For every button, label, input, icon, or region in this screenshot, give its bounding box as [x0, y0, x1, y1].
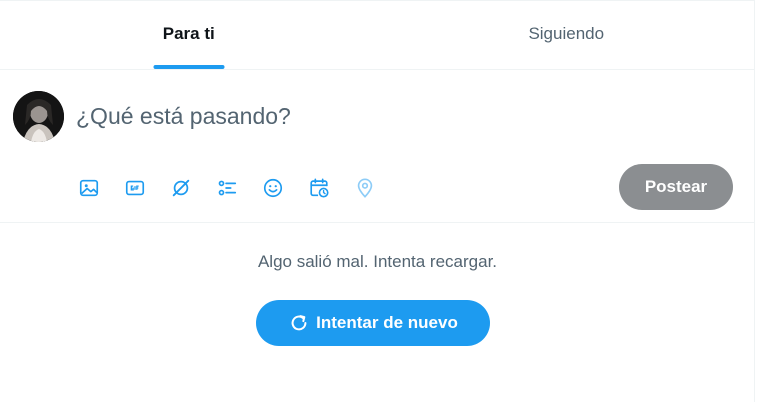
timeline-column: Para ti Siguiendo ¿Qué está pasando? Pos… [0, 0, 755, 402]
location-button[interactable] [352, 175, 378, 201]
user-avatar-icon [13, 91, 64, 142]
compose-input[interactable] [76, 100, 716, 132]
emoji-icon [263, 178, 283, 198]
schedule-button[interactable] [306, 175, 332, 201]
tab-label: Para ti [162, 24, 215, 43]
gif-button[interactable] [122, 175, 148, 201]
tab-siguiendo[interactable]: Siguiendo [378, 1, 756, 69]
active-tab-indicator [153, 65, 225, 69]
retry-label: Intentar de nuevo [316, 313, 458, 332]
grok-button[interactable] [168, 175, 194, 201]
schedule-icon [310, 178, 329, 198]
gif-icon [125, 180, 145, 196]
error-message: Algo salió mal. Intenta recargar. [257, 252, 498, 271]
poll-button[interactable] [214, 175, 240, 201]
media-button[interactable] [76, 175, 102, 201]
retry-button[interactable]: Intentar de nuevo [256, 300, 490, 346]
timeline-tabs: Para ti Siguiendo [0, 0, 755, 70]
location-icon [357, 178, 373, 198]
media-icon [79, 179, 99, 197]
avatar[interactable] [13, 91, 64, 142]
composer-toolbar [76, 173, 398, 203]
tweet-composer: Postear [0, 70, 755, 223]
refresh-icon [291, 315, 307, 331]
post-button[interactable]: Postear [619, 164, 733, 210]
grok-icon [172, 179, 190, 197]
emoji-button[interactable] [260, 175, 286, 201]
tab-label: Siguiendo [528, 24, 605, 43]
poll-icon [218, 180, 237, 196]
tab-para-ti[interactable]: Para ti [0, 1, 378, 69]
